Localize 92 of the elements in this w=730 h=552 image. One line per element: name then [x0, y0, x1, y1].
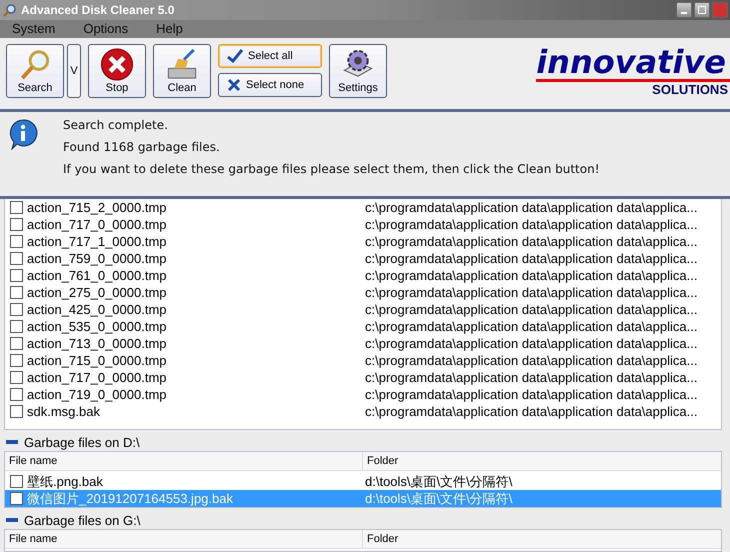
window-title: Advanced Disk Cleaner 5.0 — [21, 2, 174, 17]
column-header[interactable]: Folder — [363, 452, 402, 470]
file-name: action_535_0_0000.tmp — [27, 319, 168, 334]
clean-button[interactable]: Clean — [153, 44, 211, 98]
column-header[interactable]: File name — [5, 452, 363, 470]
file-row[interactable]: action_719_0_0000.tmp c:\programdata\application data\application data\applica... — [5, 386, 721, 404]
folder-path: d:\tools\桌面\文件\分隔符\ — [365, 472, 512, 491]
file-row[interactable]: 壁纸.png.bak d:\tools\桌面\文件\分隔符\ — [5, 473, 721, 490]
magnifier-icon — [3, 2, 17, 17]
folder-path: c:\programdata\application data\application data\applica... — [365, 200, 698, 216]
folder-path: c:\programdata\application data\application data\applica... — [365, 285, 698, 300]
menu-item[interactable]: Help — [156, 21, 183, 36]
file-row[interactable]: action_759_0_0000.tmp c:\programdata\application data\application data\applica... — [5, 250, 721, 268]
minimize-button[interactable] — [676, 2, 692, 18]
checkbox[interactable] — [10, 492, 23, 506]
group-header[interactable]: Garbage files on D:\ — [0, 433, 730, 452]
search-button[interactable]: Search — [6, 44, 64, 98]
checkbox[interactable] — [10, 405, 23, 418]
file-row[interactable]: action_717_0_0000.tmp c:\programdata\application data\application data\applica... — [5, 369, 721, 386]
logo-name: innovative — [536, 44, 730, 82]
file-row[interactable]: action_425_0_0000.tmp c:\programdata\application data\application data\applica... — [5, 301, 721, 318]
dropdown-button[interactable]: V — [67, 44, 81, 98]
file-name: action_715_2_0000.tmp — [27, 200, 168, 216]
menu-item[interactable]: Options — [83, 21, 128, 36]
folder-path: c:\programdata\application data\application data\applica... — [365, 251, 698, 266]
checkbox[interactable] — [10, 235, 23, 248]
checkbox[interactable] — [10, 475, 23, 488]
checkbox[interactable] — [10, 320, 23, 334]
file-name: action_715_0_0000.tmp — [27, 353, 168, 368]
file-name: action_717_1_0000.tmp — [27, 234, 168, 250]
checkbox[interactable] — [10, 201, 23, 214]
folder-path: c:\programdata\application data\application data\applica... — [365, 387, 698, 402]
folder-path: c:\programdata\application data\application data\applica... — [365, 353, 698, 368]
checkmark-icon — [227, 48, 243, 63]
file-row[interactable]: action_761_0_0000.tmp c:\programdata\application data\application data\applica... — [5, 267, 721, 284]
collapse-icon — [6, 518, 18, 522]
select-all-button[interactable]: Select all — [218, 44, 322, 68]
group-header[interactable]: Garbage files on G:\ — [0, 511, 730, 530]
folder-path: c:\programdata\application data\application data\applica... — [365, 302, 698, 318]
file-row[interactable]: action_717_0_0000.tmp c:\programdata\application data\application data\applica... — [5, 216, 721, 234]
file-name: action_717_0_0000.tmp — [27, 370, 168, 386]
file-row[interactable]: action_713_0_0000.tmp c:\programdata\application data\application data\applica... — [5, 335, 721, 352]
folder-path: c:\programdata\application data\application data\applica... — [365, 319, 698, 334]
folder-path: c:\programdata\application data\application data\applica... — [365, 268, 698, 284]
checkbox[interactable] — [10, 269, 23, 282]
file-name: action_425_0_0000.tmp — [27, 302, 168, 318]
checkbox[interactable] — [10, 371, 23, 384]
x-icon — [227, 78, 241, 92]
menu-item[interactable]: System — [12, 21, 56, 36]
file-row[interactable]: sdk.msg.bak c:\programdata\application data\application data\applica... — [5, 403, 721, 420]
file-name: action_717_0_0000.tmp — [27, 217, 168, 232]
column-header[interactable]: Folder — [363, 530, 402, 548]
checkbox[interactable] — [10, 252, 23, 266]
stop-icon — [99, 46, 135, 82]
file-row[interactable]: action_717_1_0000.tmp c:\programdata\application data\application data\applica... — [5, 233, 721, 250]
column-header[interactable]: File name — [5, 530, 363, 548]
stop-button[interactable]: Stop — [88, 44, 146, 98]
file-name: 壁纸.png.bak — [27, 472, 104, 491]
folder-path: c:\programdata\application data\application data\applica... — [365, 234, 698, 250]
file-row[interactable]: action_275_0_0000.tmp c:\programdata\application data\application data\applica... — [5, 284, 721, 302]
file-row[interactable]: action_535_0_0000.tmp c:\programdata\application data\application data\applica... — [5, 318, 721, 336]
folder-path: c:\programdata\application data\application data\applica... — [365, 404, 698, 420]
info-icon — [8, 118, 38, 150]
checkbox[interactable] — [10, 354, 23, 368]
status-message: Found 1168 garbage files. — [63, 140, 221, 154]
file-name: action_713_0_0000.tmp — [27, 336, 168, 352]
checkbox[interactable] — [10, 388, 23, 402]
folder-path: c:\programdata\application data\application data\applica... — [365, 336, 698, 352]
status-message: Search complete. — [63, 118, 169, 132]
maximize-button[interactable] — [694, 2, 710, 18]
folder-path: c:\programdata\application data\application data\applica... — [365, 370, 698, 386]
file-row[interactable]: action_715_2_0000.tmp c:\programdata\application data\application data\applica... — [5, 199, 721, 216]
group-title: Garbage files on D:\ — [24, 434, 140, 450]
group-title: Garbage files on G:\ — [24, 512, 140, 528]
file-name: action_761_0_0000.tmp — [27, 268, 168, 284]
file-name: 微信图片_20191207164553.jpg.bak — [27, 490, 234, 508]
checkbox[interactable] — [10, 303, 23, 316]
checkbox[interactable] — [10, 218, 23, 232]
file-name: action_719_0_0000.tmp — [27, 387, 168, 402]
file-name: action_759_0_0000.tmp — [27, 251, 168, 266]
logo-tagline: SOLUTIONS — [652, 82, 729, 97]
file-name: action_275_0_0000.tmp — [27, 285, 168, 300]
checkbox[interactable] — [10, 337, 23, 350]
checkbox[interactable] — [10, 286, 23, 300]
folder-path: d:\tools\桌面\文件\分隔符\ — [365, 490, 512, 508]
select-none-button[interactable]: Select none — [218, 72, 322, 97]
settings-button[interactable]: Settings — [329, 44, 387, 98]
file-row[interactable]: action_715_0_0000.tmp c:\programdata\application data\application data\applica... — [5, 352, 721, 370]
status-message: If you want to delete these garbage files please select them, then click the Clean button! — [63, 162, 600, 176]
file-name: sdk.msg.bak — [27, 404, 101, 420]
folder-path: c:\programdata\application data\application data\applica... — [365, 217, 698, 232]
collapse-icon — [6, 440, 18, 444]
